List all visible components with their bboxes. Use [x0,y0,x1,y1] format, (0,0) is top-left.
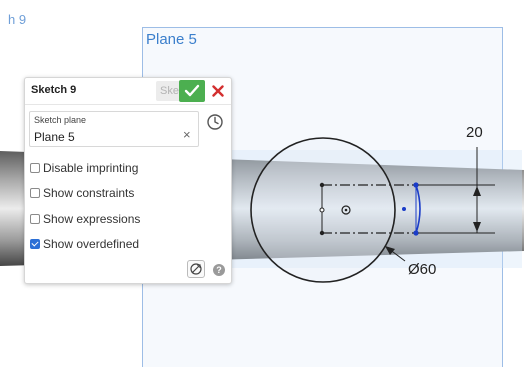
sketch-tag-label: h 9 [8,12,27,27]
cancel-button[interactable] [209,82,227,100]
option-label: Show constraints [43,186,135,200]
clock-icon [207,114,223,130]
option-label: Show expressions [43,212,141,226]
option-show-expressions[interactable]: Show expressions [30,211,140,227]
sketch-dialog: Sketch 9 Sketch 9 Sketch plane Plane 5 ×… [24,77,232,284]
dialog-title: Sketch 9 [31,84,77,96]
sketch-plane-label: Sketch plane [34,115,87,125]
option-label: Disable imprinting [43,161,139,175]
dialog-header: Sketch 9 Sketch 9 [25,78,231,105]
sketch-plane-field[interactable]: Sketch plane Plane 5 × [29,111,199,147]
sketch-plane-history-button[interactable] [206,113,224,131]
check-icon [184,84,200,97]
option-label: Show overdefined [43,237,140,251]
sketch-vertex[interactable] [413,182,419,188]
accept-button[interactable] [179,80,205,102]
checkbox-show-constraints[interactable] [30,188,40,198]
sketch-point[interactable] [319,207,325,213]
close-icon [212,85,224,97]
checkbox-show-expressions[interactable] [30,214,40,224]
sketch-tool-icon [190,263,202,275]
sketch-plane-value[interactable]: Plane 5 [34,130,75,144]
dimension-value-diameter[interactable]: Ø60 [408,261,436,278]
help-icon[interactable]: ? [213,264,225,276]
sketch-point[interactable] [319,182,325,188]
checkbox-show-overdefined[interactable] [30,239,40,249]
sketch-vertex[interactable] [413,230,419,236]
sketch-point[interactable] [319,230,325,236]
clear-selection-button[interactable]: × [183,128,191,142]
sketch-vertex[interactable] [402,207,406,211]
option-show-overdefined[interactable]: Show overdefined [30,236,139,252]
plane-label[interactable]: Plane 5 [146,31,197,48]
dimension-value-20[interactable]: 20 [466,124,483,141]
option-show-constraints[interactable]: Show constraints [30,185,134,201]
option-disable-imprinting[interactable]: Disable imprinting [30,160,138,176]
center-point-dot [344,208,348,212]
sketch-tool-button[interactable] [187,260,205,278]
checkbox-disable-imprinting[interactable] [30,163,40,173]
